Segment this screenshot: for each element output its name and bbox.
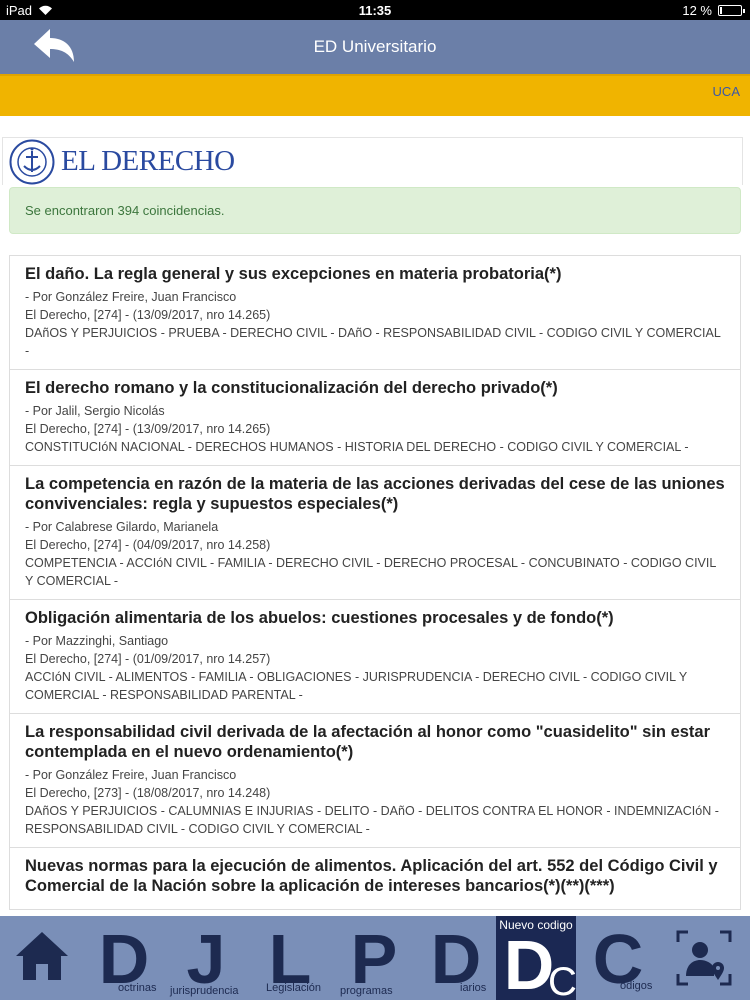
list-item[interactable]: El daño. La regla general y sus excepcio… [9,256,741,370]
battery-text: 12 % [682,3,712,18]
article-author: - Por González Freire, Juan Francisco [25,768,237,782]
tab-nuevo-codigo[interactable]: Nuevo codigo D C [496,916,577,1000]
tab-legislacion[interactable]: L Legislación [248,916,332,1000]
article-reference: El Derecho, [274] - (13/09/2017, nro 14.… [25,422,271,436]
tab-letter: P [350,920,398,998]
bottom-tab-bar: D octrinas J jurisprudencia L Legislació… [0,916,750,1000]
tab-label: octrinas [118,982,157,994]
list-item[interactable]: La responsabilidad civil derivada de la … [9,714,741,848]
article-reference: El Derecho, [274] - (04/09/2017, nro 14.… [25,538,271,552]
article-title[interactable]: Nuevas normas para la ejecución de alime… [25,856,725,896]
article-title[interactable]: El derecho romano y la constitucionaliza… [25,378,725,398]
tab-label: ódigos [620,980,653,992]
article-reference: El Derecho, [274] - (01/09/2017, nro 14.… [25,652,271,666]
article-tags: DAñOS Y PERJUICIOS - CALUMNIAS E INJURIA… [25,804,719,836]
article-reference: El Derecho, [274] - (13/09/2017, nro 14.… [25,308,271,322]
article-title[interactable]: La competencia en razón de la materia de… [25,474,725,514]
results-count-alert: Se encontraron 394 coincidencias. [9,187,741,234]
article-author: - Por Mazzinghi, Santiago [25,634,169,648]
tab-codigos[interactable]: C ódigos [576,916,660,1000]
tab-letter: J [186,920,226,998]
article-tags: COMPETENCIA - ACCIóN CIVIL - FAMILIA - D… [25,556,716,588]
tab-label: Legislación [266,982,322,994]
results-list: El daño. La regla general y sus excepcio… [9,255,741,917]
article-title[interactable]: Obligación alimentaria de los abuelos: c… [25,608,725,628]
profile-location-icon [676,930,732,986]
logo-text: EL DERECHO [61,145,235,177]
list-item[interactable]: El derecho romano y la constitucionaliza… [9,370,741,466]
institution-banner: UCA [0,74,750,116]
article-tags: ACCIóN CIVIL - ALIMENTOS - FAMILIA - OBL… [25,670,687,702]
article-title[interactable]: La responsabilidad civil derivada de la … [25,722,725,762]
publication-logo: EL DERECHO [2,137,743,185]
battery-icon [718,5,745,16]
tab-label: jurisprudencia [170,985,239,997]
page-title: ED Universitario [313,37,437,56]
tab-doctrinas[interactable]: D octrinas [84,916,164,1000]
list-item[interactable]: Nuevas normas para la ejecución de alime… [9,848,741,910]
uca-link[interactable]: UCA [713,84,740,99]
tab-jurisprudencia[interactable]: J jurisprudencia [164,916,248,1000]
tab-letter-sub: C [548,960,577,1000]
clock: 11:35 [358,3,392,18]
article-author: - Por González Freire, Juan Francisco [25,290,237,304]
home-icon [16,932,68,980]
nav-bar: ED Universitario [0,20,750,74]
article-tags: CONSTITUCIóN NACIONAL - DERECHOS HUMANOS… [25,440,689,454]
article-author: - Por Calabrese Gilardo, Marianela [25,520,219,534]
article-reference: El Derecho, [273] - (18/08/2017, nro 14.… [25,786,271,800]
list-item[interactable]: Obligación alimentaria de los abuelos: c… [9,600,741,714]
tab-home[interactable] [0,916,84,1000]
article-author: - Por Jalil, Sergio Nicolás [25,404,165,418]
article-title[interactable]: El daño. La regla general y sus excepcio… [25,264,725,284]
list-item[interactable]: La competencia en razón de la materia de… [9,466,741,600]
tab-programas[interactable]: P programas [332,916,416,1000]
uca-seal-icon [9,139,55,184]
tab-label: programas [340,985,393,997]
article-tags: DAñOS Y PERJUICIOS - PRUEBA - DERECHO CI… [25,326,721,358]
tab-profile[interactable] [660,916,750,1000]
status-bar: iPad 11:35 12 % [0,0,750,20]
